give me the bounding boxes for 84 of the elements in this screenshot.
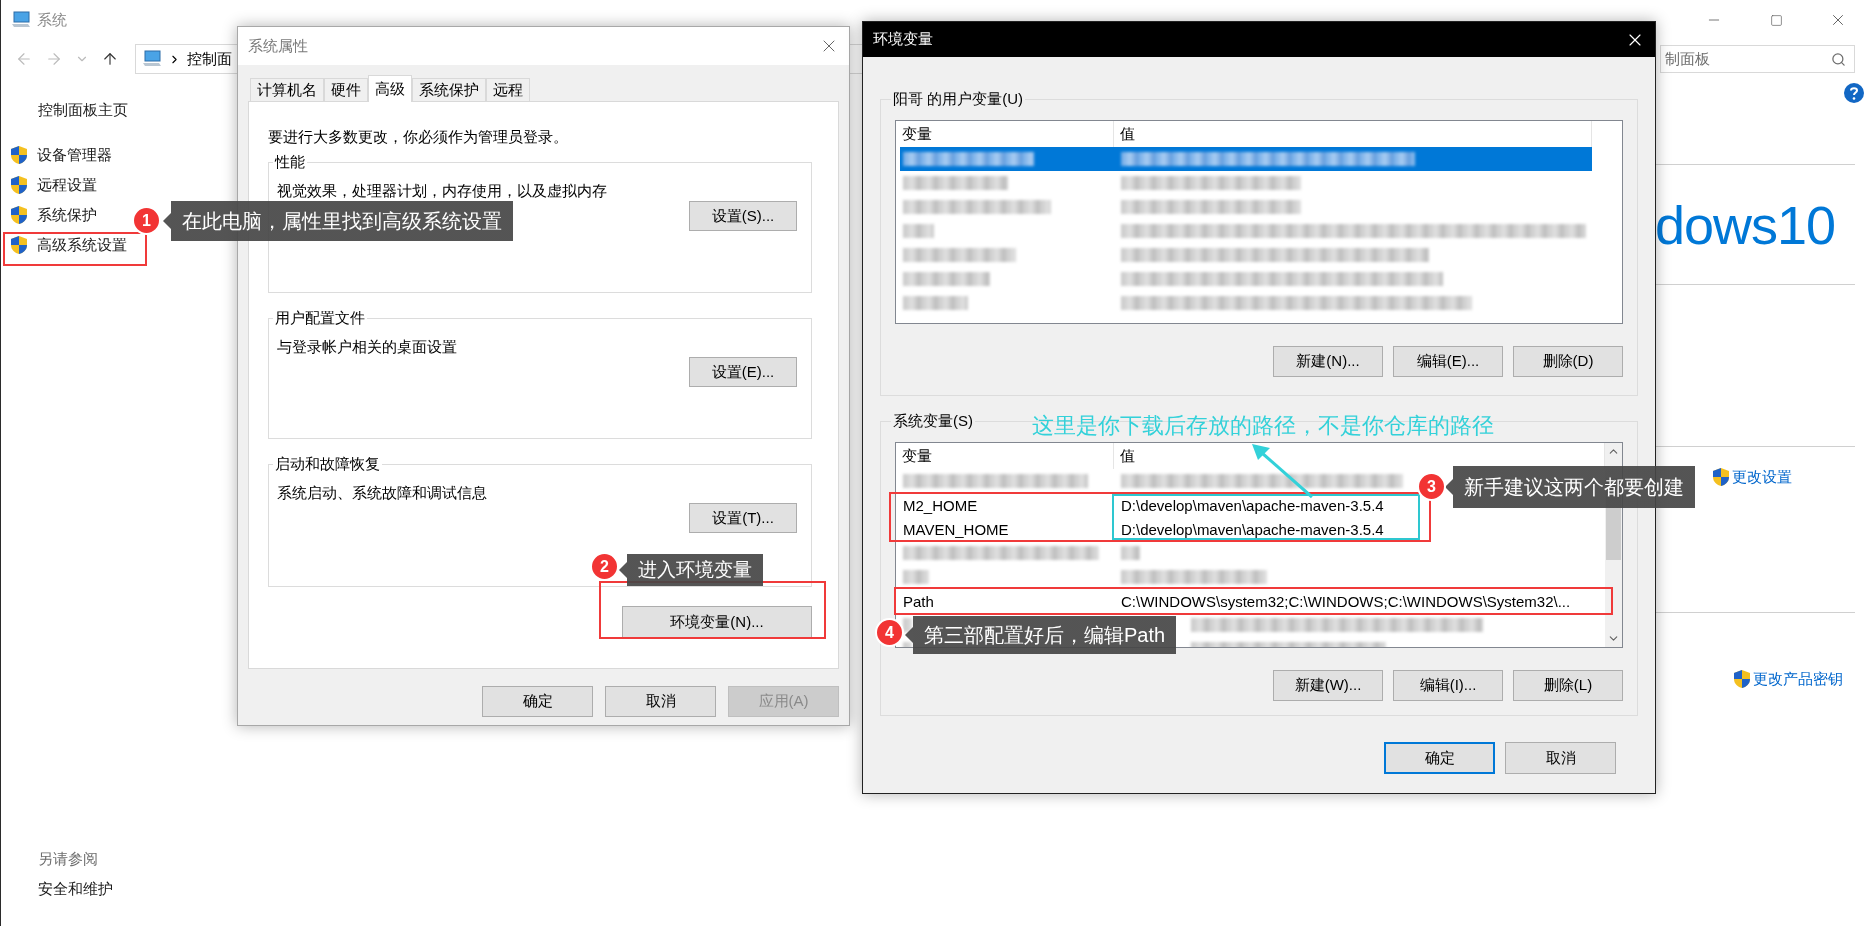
group-title: 系统变量(S) [892, 412, 974, 431]
blurred-text[interactable] [903, 200, 1052, 214]
window-title: 系统 [37, 10, 67, 30]
dialog-title: 环境变量 [873, 30, 933, 49]
list-button[interactable]: 编辑(I)... [1393, 670, 1503, 701]
group-title: 阳哥 的用户变量(U) [892, 90, 1024, 109]
group-description: 与登录帐户相关的桌面设置 [277, 338, 458, 357]
sidebar-item[interactable]: 系统保护 [10, 200, 97, 230]
column-header[interactable]: 变量 [896, 443, 1114, 469]
forward-icon[interactable] [45, 50, 63, 68]
tab[interactable]: 计算机名 [250, 78, 324, 101]
dialog-button[interactable]: 取消 [605, 686, 716, 717]
variable-value: D:\develop\maven\apache-maven-3.5.4 [1120, 496, 1385, 514]
variable-name[interactable]: Path [900, 592, 1118, 610]
blurred-text[interactable] [903, 474, 1089, 488]
product-key-link[interactable]: 更改产品密钥 [1733, 669, 1843, 689]
sidebar-label: 系统保护 [37, 205, 97, 225]
blurred-text[interactable] [903, 296, 969, 310]
sidebar-link[interactable]: 安全和维护 [38, 874, 113, 904]
settings-button[interactable]: 设置(E)... [689, 357, 797, 387]
env-vars-button[interactable]: 环境变量(N)... [622, 606, 812, 639]
list-button[interactable]: 新建(W)... [1273, 670, 1383, 701]
up-icon[interactable] [101, 50, 119, 68]
variable-name[interactable]: M2_HOME [900, 496, 1118, 514]
tab[interactable]: 系统保护 [412, 78, 486, 101]
dialog-button[interactable]: 取消 [1505, 742, 1616, 774]
shield-icon [10, 205, 28, 225]
group-description: 系统启动、系统故障和调试信息 [277, 484, 488, 503]
list-button[interactable]: 编辑(E)... [1393, 346, 1503, 377]
settings-button[interactable]: 设置(S)... [689, 201, 797, 231]
shield-icon [10, 235, 28, 255]
group-description: 视觉效果，处理器计划，内存使用，以及虚拟内存 [277, 182, 608, 201]
sidebar-label: 高级系统设置 [37, 235, 127, 255]
shield-icon [1712, 467, 1730, 487]
notice-text: 要进行大多数更改，你必须作为管理员登录。 [268, 128, 569, 145]
callout-tooltip: 在此电脑，属性里找到高级系统设置 [163, 201, 513, 241]
list-button[interactable]: 删除(D) [1513, 346, 1623, 377]
annotation-text: 这里是你下载后存放的路径，不是你仓库的路径 [1032, 412, 1494, 440]
settings-button[interactable]: 设置(T)... [689, 503, 797, 533]
section-label: 另请参阅 [38, 849, 99, 869]
callout-tooltip: 第三部配置好后，编辑Path [905, 616, 1177, 654]
sidebar-link[interactable]: 控制面板主页 [38, 100, 128, 120]
group-title: 性能 [273, 153, 306, 172]
back-icon[interactable] [15, 50, 33, 68]
shield-icon [1733, 669, 1751, 689]
group-title: 用户配置文件 [274, 309, 366, 328]
blurred-text[interactable] [903, 546, 1100, 560]
variable-value: D:\develop\maven\apache-maven-3.5.4 [1120, 520, 1385, 538]
dialog-title: 系统属性 [248, 36, 308, 56]
variable-name[interactable]: MAVEN_HOME [900, 520, 1118, 538]
blurred-text[interactable] [903, 570, 930, 584]
settings-link[interactable]: 更改设置 [1712, 467, 1792, 487]
blurred-text [1121, 546, 1141, 560]
step-badge: 1 [132, 206, 161, 235]
annotation-arrow [1252, 444, 1313, 499]
list-button[interactable]: 删除(L) [1513, 670, 1623, 701]
computer-icon [11, 11, 31, 29]
tab[interactable]: 硬件 [324, 78, 368, 101]
group-title: 启动和故障恢复 [274, 455, 381, 474]
blurred-text[interactable] [903, 176, 1008, 190]
sidebar-label: 设备管理器 [37, 145, 112, 165]
search-icon [1831, 51, 1846, 67]
tab[interactable]: 高级 [368, 75, 412, 102]
callout-tooltip: 新手建议这两个都要创建 [1445, 466, 1695, 508]
sidebar-label: 远程设置 [37, 175, 97, 195]
blurred-text[interactable] [903, 248, 1017, 262]
shield-icon [10, 145, 28, 165]
variable-value: C:\WINDOWS\system32;C:\WINDOWS;C:\WINDOWS\System32\... [1120, 592, 1572, 610]
sidebar-item[interactable]: 设备管理器 [10, 140, 112, 170]
tab[interactable]: 远程 [486, 78, 530, 101]
sidebar-item[interactable]: 远程设置 [10, 170, 97, 200]
dialog-button[interactable]: 确定 [1384, 742, 1495, 774]
sidebar-item[interactable]: 高级系统设置 [10, 230, 127, 260]
logo-text: dows10 [1655, 193, 1836, 256]
list-button[interactable]: 新建(N)... [1273, 346, 1383, 377]
search-field[interactable]: 制面板 [1660, 45, 1855, 73]
shield-icon [10, 175, 28, 195]
computer-icon [142, 50, 162, 68]
blurred-text[interactable] [903, 152, 1034, 166]
dialog-button[interactable]: 确定 [482, 686, 593, 717]
help-icon[interactable] [1843, 82, 1865, 104]
blurred-text[interactable] [903, 272, 991, 286]
callout-tooltip: 进入环境变量 [619, 554, 763, 586]
blurred-text[interactable] [903, 224, 934, 238]
